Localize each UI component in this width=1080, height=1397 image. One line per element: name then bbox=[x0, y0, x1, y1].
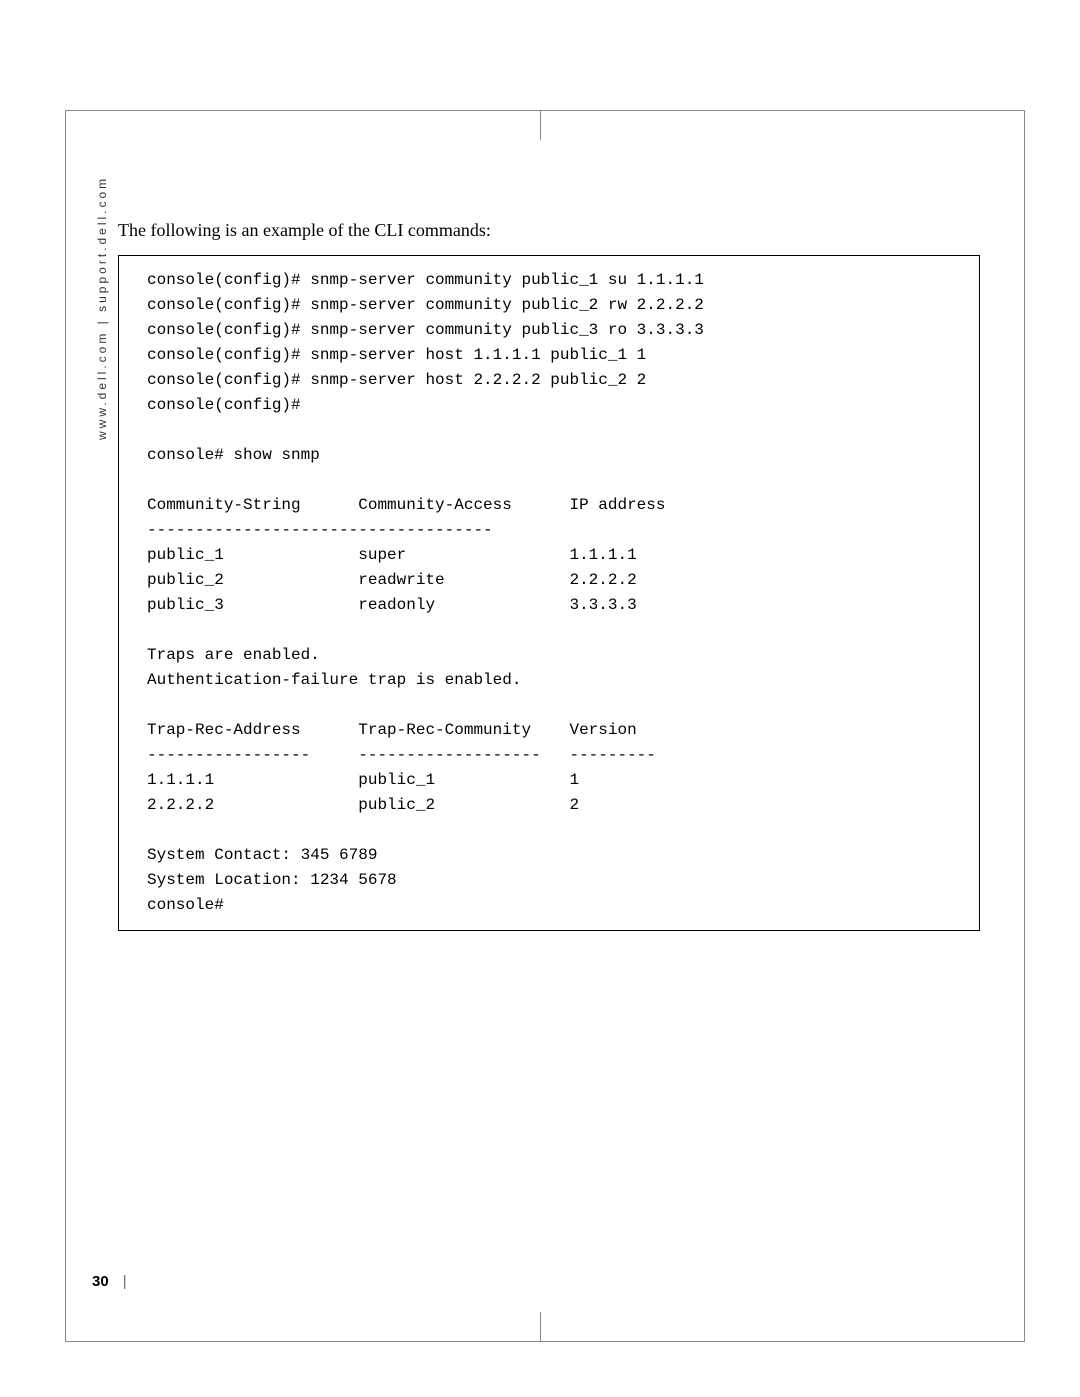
crop-mark-top bbox=[540, 110, 541, 140]
page-number: 30 | bbox=[92, 1273, 127, 1290]
page-number-separator: | bbox=[123, 1273, 127, 1290]
page-number-value: 30 bbox=[92, 1273, 109, 1290]
intro-text: The following is an example of the CLI c… bbox=[118, 220, 980, 241]
content-area: The following is an example of the CLI c… bbox=[118, 220, 980, 931]
crop-mark-bottom bbox=[540, 1312, 541, 1342]
cli-output-box: console(config)# snmp-server community p… bbox=[118, 255, 980, 931]
page: www.dell.com | support.dell.com The foll… bbox=[0, 0, 1080, 1397]
sidebar-url-text: www.dell.com | support.dell.com bbox=[95, 176, 109, 440]
